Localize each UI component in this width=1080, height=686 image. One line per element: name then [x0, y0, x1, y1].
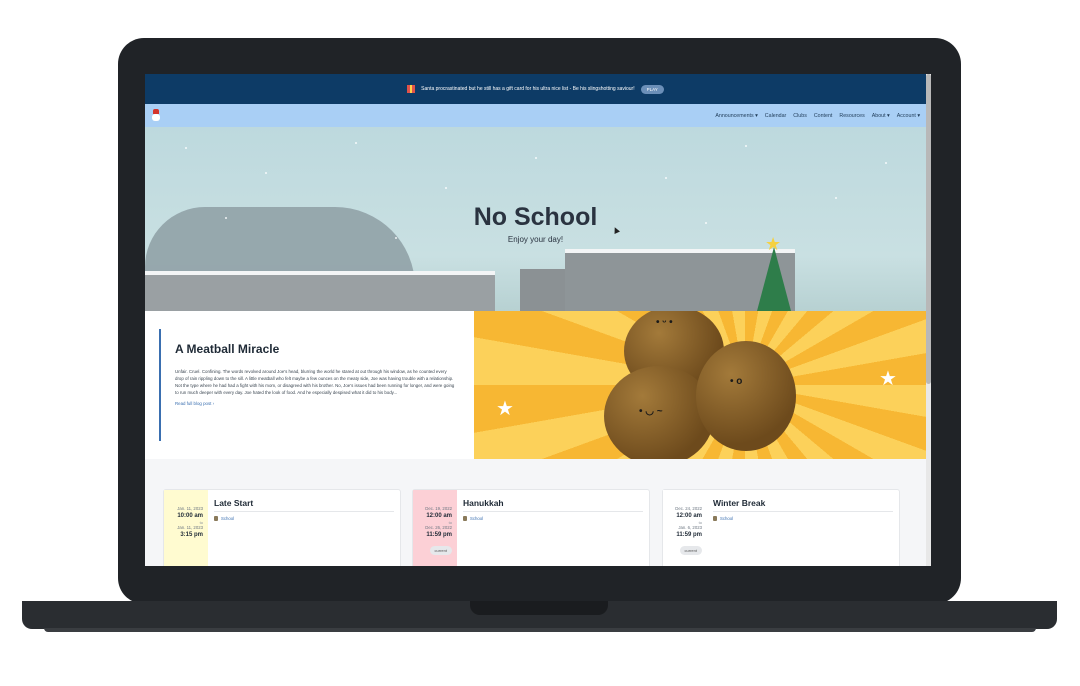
event-end-time: 3:15 pm — [180, 532, 203, 538]
announcement-text: Santa procrastinated but he still has a … — [421, 86, 635, 92]
hero-subtitle: Enjoy your day! — [507, 235, 564, 244]
read-full-post-link[interactable]: Read full blog post › — [175, 401, 459, 406]
laptop-notch — [470, 601, 608, 615]
hero-banner: ★ No School Enjoy your day! — [145, 127, 926, 311]
snowflake — [885, 162, 887, 164]
event-title[interactable]: Late Start — [214, 498, 253, 508]
blog-text-panel: A Meatball Miracle Unfair. Cruel. Confin… — [159, 329, 459, 441]
event-date-panel: Dec. 24, 2022 12:00 am to Jan. 6, 2023 1… — [663, 490, 707, 566]
browser-display: Santa procrastinated but he still has a … — [145, 74, 931, 566]
blog-title: A Meatball Miracle — [175, 342, 280, 356]
event-start-time: 10:00 am — [177, 513, 203, 519]
nav-item-announcements[interactable]: Announcements ▾ — [715, 113, 757, 119]
blog-excerpt: Unfair. Cruel. Confining. The words revo… — [175, 369, 455, 395]
laptop-base-edge — [44, 628, 1036, 632]
event-end-time: 11:59 pm — [676, 532, 702, 538]
nav-item-account[interactable]: Account ▾ — [897, 113, 920, 119]
hero-wall — [145, 275, 495, 311]
meatball-face-icon: • o — [730, 376, 743, 387]
nav-item-content[interactable]: Content — [814, 113, 833, 119]
meatball-face-icon: • ◡ ~ — [639, 406, 663, 417]
current-badge: current — [429, 546, 452, 555]
school-category-icon — [713, 516, 717, 521]
snowflake — [265, 172, 267, 174]
star-icon: ★ — [879, 368, 897, 390]
event-card[interactable]: Dec. 19, 2022 12:00 am to Dec. 26, 2022 … — [412, 489, 650, 566]
events-section: Jan. 11, 2023 10:00 am to Jan. 11, 2023 … — [145, 459, 926, 566]
snowflake — [745, 145, 747, 147]
meatball-illustration: • ᵕ • • ◡ ~ • o ★ ★ — [474, 311, 926, 459]
event-category[interactable]: School — [463, 516, 483, 521]
snowflake — [355, 142, 357, 144]
meatball-face-icon: • ᵕ • — [656, 317, 673, 328]
meatball-right — [696, 341, 796, 451]
event-divider — [214, 511, 394, 512]
snowflake — [445, 187, 447, 189]
hero-title: No School — [473, 203, 598, 231]
event-category-label: School — [470, 516, 484, 521]
nav-links: Announcements ▾ Calendar Clubs Content R… — [715, 113, 920, 119]
page-scrollbar[interactable] — [926, 74, 931, 566]
event-category-label: School — [221, 516, 235, 521]
event-divider — [463, 511, 643, 512]
current-badge: current — [679, 546, 702, 555]
snowflake — [535, 157, 537, 159]
event-divider — [713, 511, 893, 512]
event-category-label: School — [720, 516, 734, 521]
school-category-icon — [214, 516, 218, 521]
nav-item-clubs[interactable]: Clubs — [793, 113, 807, 119]
event-date-panel: Dec. 19, 2022 12:00 am to Dec. 26, 2022 … — [413, 490, 457, 566]
event-end-time: 11:59 pm — [426, 532, 452, 538]
snowman-logo-icon[interactable] — [151, 109, 161, 122]
event-card[interactable]: Jan. 11, 2023 10:00 am to Jan. 11, 2023 … — [163, 489, 401, 566]
nav-item-calendar[interactable]: Calendar — [765, 113, 787, 119]
event-category[interactable]: School — [713, 516, 733, 521]
snowflake — [835, 197, 837, 199]
announcement-bar: Santa procrastinated but he still has a … — [145, 74, 926, 104]
snowflake — [185, 147, 187, 149]
nav-item-resources[interactable]: Resources — [839, 113, 864, 119]
snowflake — [665, 177, 667, 179]
hero-wall-block — [520, 269, 570, 311]
nav-item-about[interactable]: About ▾ — [872, 113, 890, 119]
event-title[interactable]: Hanukkah — [463, 498, 504, 508]
school-category-icon — [463, 516, 467, 521]
play-button[interactable]: PLAY — [640, 84, 664, 94]
star-icon: ★ — [496, 398, 514, 420]
event-title[interactable]: Winter Break — [713, 498, 765, 508]
event-start-time: 12:00 am — [426, 513, 452, 519]
navbar: Announcements ▾ Calendar Clubs Content R… — [145, 104, 926, 127]
featured-blog-post: A Meatball Miracle Unfair. Cruel. Confin… — [145, 311, 926, 459]
gift-icon — [407, 85, 416, 93]
event-category[interactable]: School — [214, 516, 234, 521]
event-card[interactable]: Dec. 24, 2022 12:00 am to Jan. 6, 2023 1… — [662, 489, 900, 566]
event-start-time: 12:00 am — [676, 513, 702, 519]
christmas-tree-icon — [757, 247, 791, 311]
scrollbar-thumb[interactable] — [926, 74, 931, 384]
event-date-panel: Jan. 11, 2023 10:00 am to Jan. 11, 2023 … — [164, 490, 208, 566]
